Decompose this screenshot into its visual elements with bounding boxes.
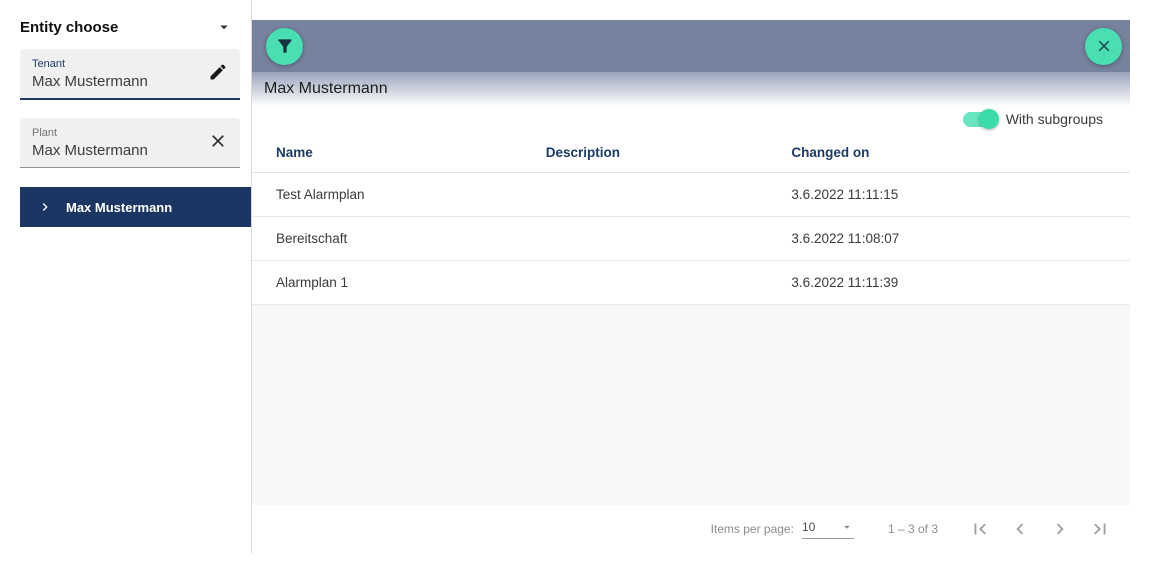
chevron-left-icon [1009, 518, 1031, 540]
last-page-button[interactable] [1080, 509, 1120, 549]
chevron-down-icon [840, 520, 854, 534]
close-icon [208, 131, 228, 154]
cell-name: Test Alarmplan [276, 187, 546, 202]
tenant-label: Tenant [32, 58, 200, 70]
column-header-name: Name [276, 145, 546, 160]
entity-choose-title: Entity choose [20, 19, 118, 36]
items-per-page-label: Items per page: [711, 522, 794, 536]
cell-changed: 3.6.2022 11:11:15 [791, 187, 1106, 202]
filter-button[interactable] [266, 28, 303, 65]
plant-value: Max Mustermann [32, 142, 200, 159]
entity-sidebar: Entity choose Tenant Max Mustermann Plan… [0, 0, 252, 553]
pencil-icon [208, 62, 228, 85]
panel-toolbar [252, 20, 1130, 72]
next-page-button[interactable] [1040, 509, 1080, 549]
close-icon [1095, 37, 1113, 55]
panel-title-strip: Max Mustermann [252, 72, 1130, 105]
toggle-thumb [979, 109, 999, 129]
cell-name: Alarmplan 1 [276, 275, 546, 290]
app-window: Entity choose Tenant Max Mustermann Plan… [0, 0, 1152, 576]
cell-name: Bereitschaft [276, 231, 546, 246]
table-empty-area [252, 305, 1130, 505]
subgroups-toggle-row: With subgroups [252, 105, 1130, 133]
page-size-select[interactable]: 10 [802, 520, 854, 539]
plant-label: Plant [32, 127, 200, 139]
pager-buttons [960, 509, 1120, 549]
chevron-right-icon [37, 199, 53, 215]
main-panel: Max Mustermann With subgroups Name Descr… [252, 0, 1130, 553]
alarm-plans-table: Name Description Changed on Test Alarmpl… [252, 133, 1130, 505]
tree-item-max-mustermann[interactable]: Max Mustermann [20, 187, 251, 227]
filter-icon [275, 36, 295, 56]
table-row[interactable]: Bereitschaft 3.6.2022 11:08:07 [252, 217, 1130, 261]
cell-changed: 3.6.2022 11:08:07 [791, 231, 1106, 246]
tenant-field[interactable]: Tenant Max Mustermann [20, 49, 240, 100]
column-header-description: Description [546, 145, 792, 160]
edit-tenant-button[interactable] [204, 60, 232, 88]
plant-field[interactable]: Plant Max Mustermann [20, 118, 240, 168]
close-button[interactable] [1085, 28, 1122, 65]
paginator: Items per page: 10 1 – 3 of 3 [252, 505, 1130, 553]
table-header-row: Name Description Changed on [252, 133, 1130, 173]
tree-item-label: Max Mustermann [66, 200, 172, 215]
last-page-icon [1089, 518, 1111, 540]
chevron-down-icon [215, 18, 233, 36]
first-page-button[interactable] [960, 509, 1000, 549]
chevron-right-icon [1049, 518, 1071, 540]
table-row[interactable]: Test Alarmplan 3.6.2022 11:11:15 [252, 173, 1130, 217]
column-header-changed-on: Changed on [791, 145, 1106, 160]
with-subgroups-toggle[interactable] [963, 112, 996, 127]
panel-title: Max Mustermann [264, 80, 388, 98]
with-subgroups-label: With subgroups [1006, 111, 1103, 127]
tenant-value: Max Mustermann [32, 73, 200, 90]
cell-changed: 3.6.2022 11:11:39 [791, 275, 1106, 290]
first-page-icon [969, 518, 991, 540]
paginator-range-label: 1 – 3 of 3 [888, 522, 938, 536]
table-body: Test Alarmplan 3.6.2022 11:11:15 Bereitsch… [252, 173, 1130, 305]
previous-page-button[interactable] [1000, 509, 1040, 549]
clear-plant-button[interactable] [204, 129, 232, 157]
page-size-value: 10 [802, 520, 815, 534]
table-row[interactable]: Alarmplan 1 3.6.2022 11:11:39 [252, 261, 1130, 305]
entity-choose-header[interactable]: Entity choose [20, 18, 233, 36]
